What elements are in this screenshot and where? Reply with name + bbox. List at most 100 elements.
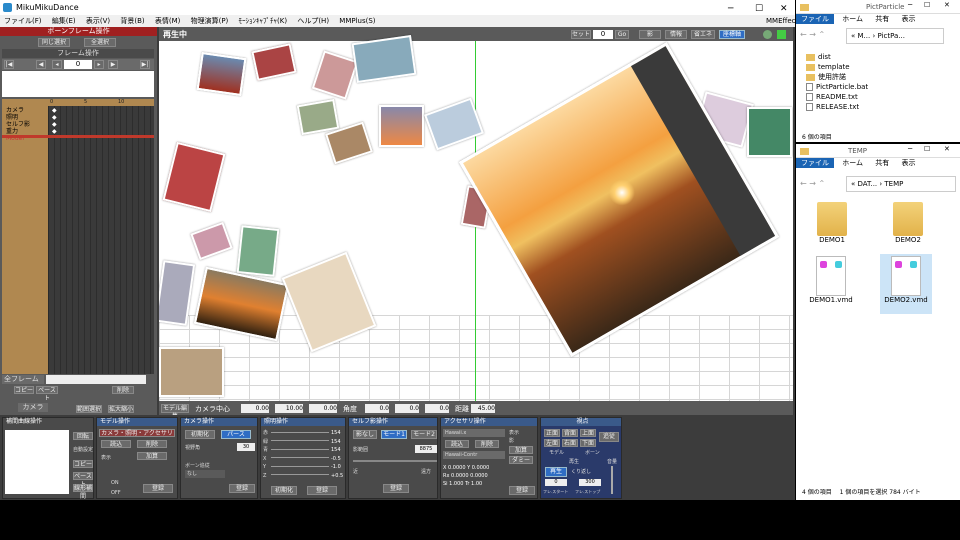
view-top-button[interactable]: 上面 [580, 429, 596, 437]
nav-arrows-icon[interactable]: ← → ⌃ [800, 179, 825, 188]
copy-button[interactable]: コピー [14, 386, 34, 394]
acc-ry[interactable]: 0.0000 [470, 473, 488, 479]
play-button[interactable]: 再生 [545, 467, 567, 477]
model-edit-button[interactable]: モデル編集 [161, 404, 189, 415]
track-area[interactable] [49, 99, 154, 374]
maximize-icon[interactable]: ☐ [924, 1, 930, 9]
menu-physics[interactable]: 物理演算(P) [191, 17, 229, 25]
view-follow-button[interactable]: 追従 [599, 432, 619, 442]
globe-icon[interactable] [763, 30, 772, 39]
tab-share[interactable]: 共有 [875, 15, 889, 23]
angle-y-input[interactable]: 0.0 [395, 404, 419, 413]
accessory-register-button[interactable]: 登録 [509, 486, 535, 495]
interp-curve[interactable] [5, 430, 69, 494]
light-x-value[interactable]: -0.5 [331, 455, 343, 464]
select-same-button[interactable]: 同じ選択 [38, 38, 70, 47]
scale-button[interactable]: 拡大縮小 [108, 405, 134, 413]
prev-key-icon[interactable]: ◀ [36, 60, 46, 69]
tab-file[interactable]: ファイル [796, 158, 834, 168]
delete-button[interactable]: 削除 [112, 386, 134, 394]
menu-motion-capture[interactable]: ﾓｰｼｮﾝｷｬﾌﾟﾁｬ(K) [239, 17, 288, 25]
angle-x-input[interactable]: 0.0 [365, 404, 389, 413]
eco-toggle[interactable]: 省エネ [691, 30, 715, 39]
distance-input[interactable]: 45.00 [471, 404, 495, 413]
center-z-input[interactable]: 0.00 [309, 404, 337, 413]
off-radio[interactable]: OFF [111, 490, 121, 496]
list-item[interactable]: README.txt [806, 92, 868, 102]
view-bone-checkbox[interactable]: ボーン [585, 449, 600, 456]
tab-home[interactable]: ホーム [842, 15, 863, 23]
follow-select[interactable]: なし [185, 470, 225, 478]
close-icon[interactable]: ✕ [944, 145, 950, 153]
accessory-select[interactable]: Hawaii.x [443, 429, 505, 437]
acc-rx[interactable]: 0.0000 [451, 473, 469, 479]
range-select-button[interactable]: 範囲選択 [76, 405, 102, 413]
dummy-button[interactable]: ダミー [509, 456, 533, 464]
shadow-range-input[interactable]: 8875 [415, 445, 437, 453]
last-frame-icon[interactable]: ▶| [140, 60, 150, 69]
next-frame-icon[interactable]: ▸ [94, 60, 104, 69]
accessory-add-button[interactable]: 加算 [509, 446, 533, 454]
shadow-register-button[interactable]: 登録 [383, 484, 409, 493]
minimize-icon[interactable]: ─ [908, 1, 912, 9]
nav-arrows-icon[interactable]: ← → ⌃ [800, 30, 825, 39]
axis-toggle[interactable]: 座標軸 [719, 30, 745, 39]
view-front-button[interactable]: 正面 [544, 429, 560, 437]
tab-file[interactable]: ファイル [796, 14, 834, 24]
view-right-button[interactable]: 右面 [562, 439, 578, 447]
acc-tr[interactable]: 1.00 [471, 481, 482, 487]
list-item[interactable]: DEMO1.vmd [806, 256, 856, 304]
first-frame-icon[interactable]: |◀ [4, 60, 14, 69]
rotation-button[interactable]: 回転 [73, 432, 93, 440]
accessory-load-button[interactable]: 読込 [445, 440, 469, 448]
on-radio[interactable]: ON [111, 480, 119, 486]
paste-button[interactable]: ペースト [36, 386, 58, 402]
frame-stop-checkbox[interactable]: フレ.ストップ [575, 489, 600, 495]
shadow-range-slider[interactable] [353, 460, 437, 462]
light-slider[interactable] [271, 457, 329, 458]
close-icon[interactable]: ✕ [944, 1, 950, 9]
view-left-button[interactable]: 左面 [544, 439, 560, 447]
light-slider[interactable] [271, 432, 329, 433]
model-add-button[interactable]: 加算 [137, 452, 167, 460]
list-item[interactable]: 使用許諾 [806, 72, 868, 82]
list-item[interactable]: DEMO1 [812, 202, 852, 244]
frame-start-checkbox[interactable]: フレ.スタート [543, 489, 568, 495]
accessory-display-checkbox[interactable]: 表示 [509, 429, 519, 436]
accessory-parent-select[interactable]: Hawaii-Contr [443, 451, 505, 459]
maximize-icon[interactable]: ☐ [924, 145, 930, 153]
tab-view[interactable]: 表示 [902, 159, 916, 167]
acc-x[interactable]: 0.0000 [448, 465, 466, 471]
view-angle-input[interactable]: 30 [237, 443, 255, 451]
frame-range-input[interactable] [46, 375, 146, 384]
shadow-mode2-button[interactable]: モード2 [411, 430, 437, 439]
address-bar[interactable]: « DAT... › TEMP [846, 176, 956, 192]
repeat-checkbox[interactable]: くり返し [571, 468, 591, 475]
view-bottom-button[interactable]: 下面 [580, 439, 596, 447]
model-select[interactable]: カメラ・照明・アクセサリ [99, 429, 175, 437]
auto-checkbox[interactable]: 自動設定 [73, 446, 93, 453]
prev-frame-icon[interactable]: ◂ [52, 60, 62, 69]
list-item[interactable]: template [806, 62, 868, 72]
menu-mmplus[interactable]: MMPlus(S) [339, 17, 375, 25]
timeline-grid[interactable]: 0 5 10 カメラ 照明 セルフ影 重力 Model ◆ ◆ ◆ ◆ [2, 99, 154, 374]
track-camera[interactable]: カメラ [6, 107, 30, 114]
accessory-delete-button[interactable]: 削除 [475, 440, 499, 448]
list-item[interactable]: RELEASE.txt [806, 102, 868, 112]
viewport[interactable]: 再生中 セット 0 Go 影 情報 省エネ 座標軸 モデル編集 カメラ中心 0.… [159, 27, 793, 415]
track-gravity[interactable]: 重力 [6, 128, 30, 135]
light-y-value[interactable]: -1.0 [331, 463, 343, 472]
menu-background[interactable]: 背景(B) [120, 17, 144, 25]
go-button[interactable]: Go [615, 30, 629, 39]
view-back-button[interactable]: 背面 [562, 429, 578, 437]
linear-button[interactable]: 線形補間 [73, 484, 93, 500]
shadow-toggle[interactable]: 影 [639, 30, 661, 39]
play-from-input[interactable]: 0 [545, 479, 567, 486]
menu-view[interactable]: 表示(V) [86, 17, 110, 25]
accessory-shadow-checkbox[interactable]: 影 [509, 437, 514, 444]
model-load-button[interactable]: 読込 [101, 440, 131, 448]
move-icon[interactable] [777, 30, 786, 39]
view-model-checkbox[interactable]: モデル [549, 449, 564, 456]
list-item[interactable]: DEMO2 [888, 202, 928, 244]
address-bar[interactable]: « M... › PictPa... [846, 28, 944, 44]
